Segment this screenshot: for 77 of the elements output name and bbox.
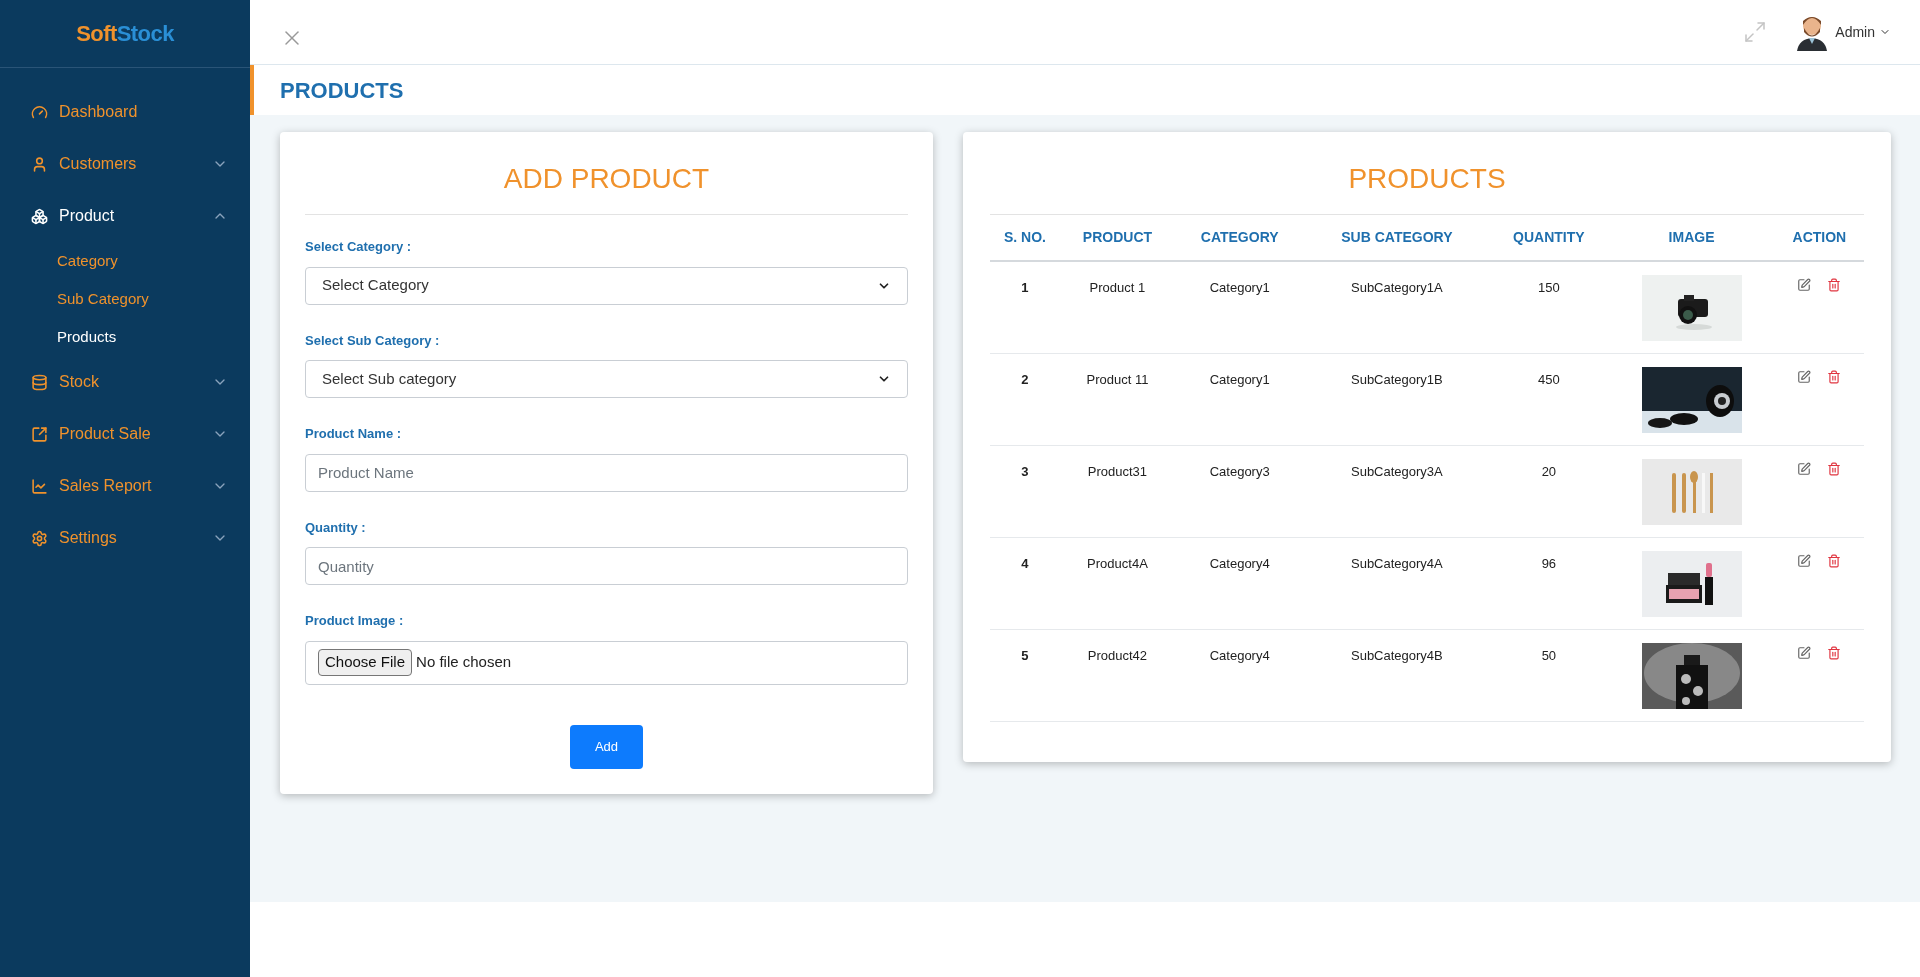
field-label: Quantity : [305,518,367,537]
table-cell: Category1 [1175,261,1305,353]
delete-icon[interactable] [1827,645,1842,660]
column-header: S. NO. [990,215,1060,261]
column-header: ACTION [1774,215,1864,261]
table-cell: 4 [990,537,1060,629]
table-cell: Product 11 [1059,353,1175,445]
input-field[interactable]: Quantity [305,547,908,585]
gauge-icon [31,103,48,121]
edit-icon[interactable] [1797,645,1812,660]
sidebar-item[interactable]: Product [0,190,250,242]
table-cell: SubCategory3A [1304,445,1490,537]
boxes-icon [31,207,48,225]
sidebar-item[interactable]: Customers [0,138,250,190]
table-cell: Product42 [1059,629,1175,721]
sidebar-item[interactable]: Product Sale [0,408,250,460]
table-cell: 20 [1489,445,1609,537]
table-cell: Category1 [1175,353,1305,445]
table-cell: 450 [1489,353,1609,445]
submenu-item[interactable]: Sub Category [0,280,250,318]
table-cell: 50 [1489,629,1609,721]
share-icon [31,425,48,443]
card-title: ADD PRODUCT [305,132,908,215]
settings-icon [31,529,48,547]
submenu-item[interactable]: Products [0,318,250,356]
column-header: CATEGORY [1175,215,1305,261]
table-cell: 2 [990,353,1060,445]
column-header: IMAGE [1608,215,1775,261]
table-cell: SubCategory1A [1304,261,1490,353]
user-menu[interactable]: Admin [1835,21,1891,43]
file-field[interactable]: Choose File No file chosen [305,640,908,685]
input-field[interactable]: Product Name [305,453,908,492]
table-cell: SubCategory4A [1304,537,1490,629]
logo: SoftStock [76,20,174,48]
table-cell: 3 [990,445,1060,537]
table-cell: Category3 [1175,445,1305,537]
delete-icon[interactable] [1827,278,1842,292]
table-cell: Product 1 [1059,261,1175,353]
add-button[interactable]: Add [570,724,643,769]
table-cell: Category4 [1175,537,1305,629]
card-title: PRODUCTS [990,132,1864,215]
user-icon [31,155,48,173]
table-cell: Category4 [1175,629,1305,721]
column-header: SUB CATEGORY [1304,215,1490,261]
chart-icon [31,477,48,495]
delete-icon[interactable] [1827,461,1842,476]
choose-file-button[interactable]: Choose File [318,649,413,676]
edit-icon[interactable] [1797,369,1812,384]
select-field[interactable]: Select Sub category [305,360,908,398]
file-status: No file chosen [416,652,512,673]
table-cell: 150 [1489,261,1609,353]
sidebar-item[interactable]: Settings [0,512,250,564]
field-label: Product Name : [305,425,403,443]
select-field[interactable]: Select Category [305,266,908,305]
submenu-item[interactable]: Category [0,242,250,280]
database-icon [31,373,48,391]
table-cell: Product4A [1059,537,1175,629]
column-header: QUANTITY [1489,215,1609,261]
table-cell: SubCategory4B [1304,629,1490,721]
field-label: Select Sub Category : [305,331,441,350]
sidebar-item[interactable]: Dashboard [0,86,250,138]
delete-icon[interactable] [1827,369,1842,384]
table-cell: 96 [1489,537,1609,629]
field-label: Product Image : [305,612,405,630]
table-cell: SubCategory1B [1304,353,1490,445]
edit-icon[interactable] [1797,278,1812,292]
delete-icon[interactable] [1827,553,1842,568]
column-header: PRODUCT [1059,215,1175,261]
edit-icon[interactable] [1797,553,1812,568]
sidebar-item[interactable]: Stock [0,356,250,408]
sidebar-item[interactable]: Sales Report [0,460,250,512]
edit-icon[interactable] [1797,461,1812,476]
table-cell: 1 [990,261,1060,353]
field-label: Select Category : [305,238,413,256]
table-cell: Product31 [1059,445,1175,537]
page-title: PRODUCTS [280,76,404,105]
table-cell: 5 [990,629,1060,721]
